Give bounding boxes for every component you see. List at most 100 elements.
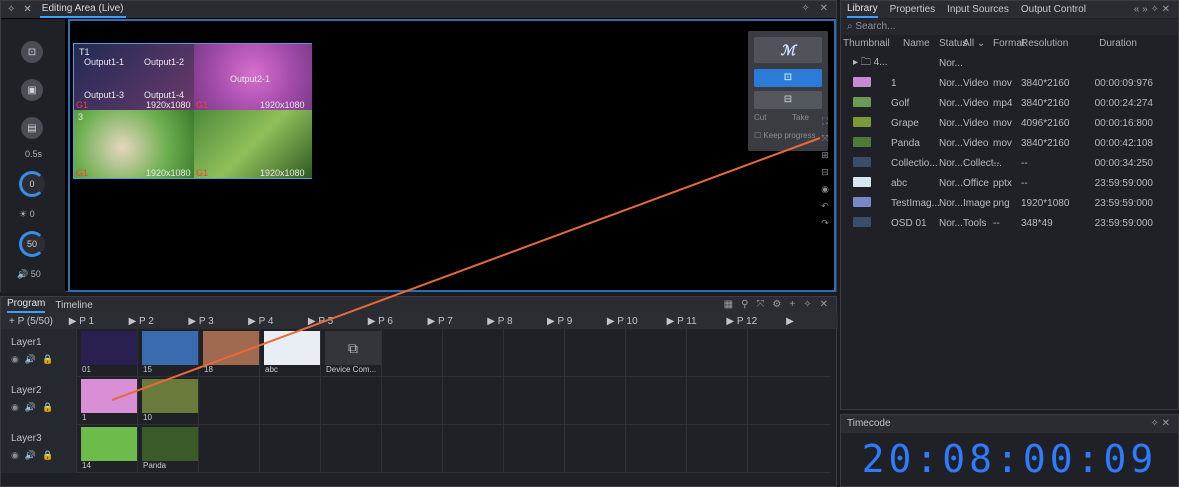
library-row[interactable]: Golf Nor... Video mp4 3840*2160 00:00:24:274 [841,93,1178,113]
program-slot[interactable] [686,425,747,473]
program-slot[interactable]: 1 [76,377,137,425]
page-tab[interactable]: + P (5/50) [1,316,61,327]
program-slot[interactable]: abc [259,329,320,377]
program-slot[interactable] [564,377,625,425]
library-row[interactable]: Collectio... Nor... Collect... -- -- 00:00:34… [841,153,1178,173]
layer-controls-icon[interactable]: ◉🔊🔒 [11,354,76,365]
column-header[interactable]: Duration [1083,38,1153,49]
search-input[interactable]: ⌕ Search... [841,19,1178,35]
preview-toggle-icon[interactable]: ⊟ [754,91,822,109]
library-row[interactable]: abc Nor... Office pptx -- 23:59:59:000 [841,173,1178,193]
program-slot[interactable] [320,377,381,425]
program-slot[interactable]: ⧉ Device Com... [320,329,381,377]
column-header[interactable]: Status [939,38,967,49]
close-icon[interactable]: ✕ [820,299,828,310]
page-tab[interactable]: ▶ P 8 [479,316,539,327]
program-slot[interactable]: 14 [76,425,137,473]
editing-area-tab[interactable]: Editing Area (Live) [39,1,126,18]
page-tab[interactable]: ▶ [778,316,838,327]
program-slot[interactable]: 18 [198,329,259,377]
pin-icon[interactable]: ✧ ✕ [1150,415,1170,433]
user-icon[interactable]: ⚲ [741,299,748,310]
page-tab[interactable]: ▶ P 4 [240,316,300,327]
panel-controls-icon[interactable]: « » ✧ ✕ [1134,4,1170,15]
eye-icon[interactable]: ◉ [821,184,829,195]
undo-icon[interactable]: ↶ [821,201,829,212]
program-slot[interactable] [320,425,381,473]
program-slot[interactable] [442,425,503,473]
library-row[interactable]: ▸ 🗀 4... Nor... [841,53,1178,73]
monitor-icon[interactable]: ▣ [21,79,43,101]
program-slot[interactable] [503,425,564,473]
program-slot[interactable] [625,329,686,377]
transition-speed[interactable]: 0.5s [25,149,42,159]
program-slot[interactable] [564,329,625,377]
library-row[interactable]: OSD 01 Nor... Tools -- 348*49 23:59:59:000 [841,213,1178,233]
library-tab[interactable]: Input Sources [947,4,1009,15]
output-preview[interactable]: T1 Output1-1 Output1-2 Output1-3 Output1… [73,43,312,179]
page-tab[interactable]: ▶ P 9 [539,316,599,327]
program-slot[interactable] [503,377,564,425]
page-tab[interactable]: ▶ P 7 [419,316,479,327]
add-icon[interactable]: + [789,299,795,310]
pin-icon[interactable]: ✧ [801,3,809,14]
tab-timeline[interactable]: Timeline [55,300,92,311]
program-slot[interactable] [259,425,320,473]
program-slot[interactable] [198,425,259,473]
library-row[interactable]: Panda Nor... Video mov 3840*2160 00:00:42:108 [841,133,1178,153]
column-header[interactable]: Resolution [1021,38,1083,49]
library-tab[interactable]: Properties [890,4,936,15]
program-slot[interactable] [686,329,747,377]
close-icon[interactable]: ✕ [23,4,31,15]
filter-select[interactable]: All ⌄ [963,38,993,49]
shrink-icon[interactable]: ⤧ [821,133,828,144]
layer-controls-icon[interactable]: ◉🔊🔒 [11,450,76,461]
program-slot[interactable] [381,377,442,425]
volume-dial[interactable]: 0 [19,171,45,197]
program-slot[interactable] [564,425,625,473]
page-tab[interactable]: ▶ P 11 [659,316,719,327]
program-slot[interactable] [747,329,808,377]
page-tab[interactable]: ▶ P 1 [61,316,121,327]
pin-icon[interactable]: ✧ [803,299,811,310]
program-slot[interactable] [198,377,259,425]
page-tab[interactable]: ▶ P 6 [360,316,420,327]
cut-button[interactable]: Cut [754,113,784,127]
program-slot[interactable] [625,377,686,425]
program-slot[interactable]: 01 [76,329,137,377]
screen-icon[interactable]: ⊡ [21,41,43,63]
program-slot[interactable] [442,329,503,377]
brightness-dial[interactable]: 50 [19,231,45,257]
layer-controls-icon[interactable]: ◉🔊🔒 [11,402,76,413]
program-slot[interactable] [259,377,320,425]
program-slot[interactable] [747,377,808,425]
library-tab[interactable]: Output Control [1021,4,1086,15]
layer-label[interactable]: Layer2 ◉🔊🔒 [1,377,76,425]
library-row[interactable]: 1 Nor... Video mov 3840*2160 00:00:09:976 [841,73,1178,93]
library-row[interactable]: TestImag... Nor... Image png 1920*1080 23:59:… [841,193,1178,213]
pin-icon[interactable]: ✧ [7,4,15,15]
tab-program[interactable]: Program [7,297,46,313]
layer-label[interactable]: Layer3 ◉🔊🔒 [1,425,76,473]
cross-icon[interactable]: ⤧ [756,299,764,310]
library-row[interactable]: Grape Nor... Video mov 4096*2160 00:00:16:800 [841,113,1178,133]
program-slot[interactable]: 15 [137,329,198,377]
page-tab[interactable]: ▶ P 10 [599,316,659,327]
page-tab[interactable]: ▶ P 3 [180,316,240,327]
layer-label[interactable]: Layer1 ◉🔊🔒 [1,329,76,377]
screen-toggle-icon[interactable]: ⊡ [754,69,822,87]
keep-progress-checkbox[interactable]: ☐ Keep progress [754,131,815,140]
page-tab[interactable]: ▶ P 5 [300,316,360,327]
page-tab[interactable]: ▶ P 2 [121,316,181,327]
layout-icon[interactable]: ▦ [724,299,733,310]
library-tab[interactable]: Library [847,1,878,18]
program-slot[interactable] [686,377,747,425]
close-icon[interactable]: ✕ [820,3,828,14]
page-tab[interactable]: ▶ P 12 [718,316,778,327]
program-slot[interactable] [442,377,503,425]
zoom-out-icon[interactable]: ⊟ [821,167,829,178]
program-slot[interactable] [625,425,686,473]
program-slot[interactable] [747,425,808,473]
expand-icon[interactable]: ⛶ [822,116,828,127]
zoom-in-icon[interactable]: ⊞ [821,150,829,161]
